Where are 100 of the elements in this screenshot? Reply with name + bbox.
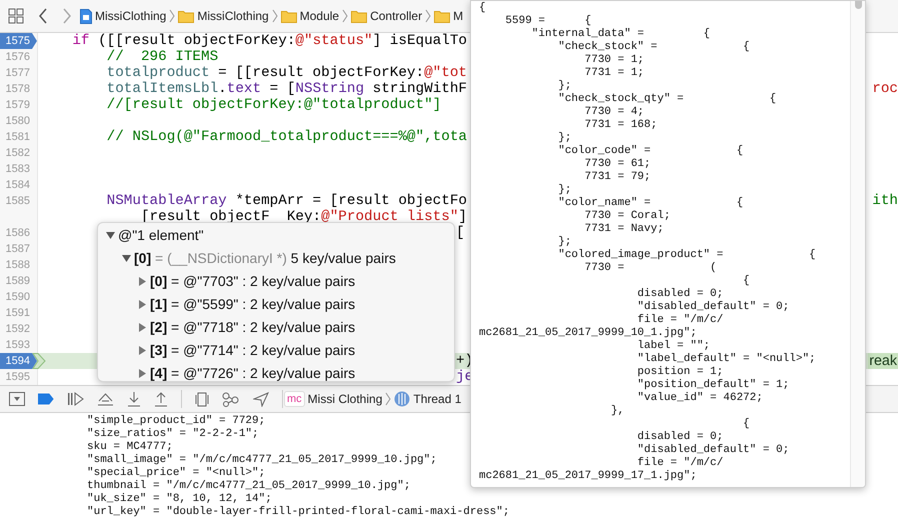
back-icon[interactable] xyxy=(38,8,48,24)
console-line: "simple_product_id" = 7729; xyxy=(87,415,266,428)
console-line: thumbnail = "/m/c/mc4777_21_05_2017_9999_10.jpg"; xyxy=(87,480,410,493)
dump-line: { xyxy=(479,2,486,15)
memory-graph-icon[interactable] xyxy=(222,392,240,406)
dump-line: mc2681_21_05_2017_9999_17_1.jpg"; xyxy=(479,470,697,483)
code-line: //[result objectForKey:@"totalproduct"] xyxy=(106,97,442,113)
console-toggle-icon[interactable] xyxy=(9,392,25,406)
variable-row[interactable]: [4] = @"7726" : 2 key/value pairs xyxy=(150,363,356,384)
step-into-icon[interactable] xyxy=(127,392,141,406)
dump-line: position = 1; xyxy=(636,366,724,379)
line-number[interactable]: 1581 xyxy=(0,129,37,145)
variable-row[interactable]: @"1 element" xyxy=(118,225,204,246)
expanded-triangle-icon[interactable] xyxy=(122,254,131,263)
dump-line: 7730 = Coral; xyxy=(584,210,670,223)
chevron-icon xyxy=(385,392,392,406)
collapsed-triangle-icon[interactable] xyxy=(138,323,147,332)
code-line: // 296 ITEMS xyxy=(106,49,218,65)
collapsed-triangle-icon[interactable] xyxy=(138,300,147,309)
dump-line: 7730 = ( xyxy=(584,262,717,275)
line-number[interactable]: 1592 xyxy=(0,321,37,337)
instruction-pointer-icon xyxy=(32,353,46,369)
dump-line: 5599 = { xyxy=(504,15,592,28)
console-line: "url_key" = "double-layer-frill-printed-floral-cami-maxi-dress"; xyxy=(87,506,510,519)
chevron-icon xyxy=(342,9,348,23)
code-fragment: ith xyxy=(872,193,898,209)
dump-line: disabled = 0; xyxy=(636,431,724,444)
dump-line: 7730 = 61; xyxy=(584,158,651,171)
line-number[interactable]: 1589 xyxy=(0,273,37,289)
breakpoint-toggle-icon[interactable] xyxy=(38,393,54,405)
line-number[interactable]: 1579 xyxy=(0,97,37,113)
file-icon xyxy=(80,8,92,24)
folder-icon xyxy=(434,10,450,22)
code-line: // NSLog(@"Farmood_totalproduct===%@",tota xyxy=(106,129,467,145)
breakpoint-label: reak xyxy=(868,353,898,369)
grid-icon[interactable] xyxy=(8,8,24,24)
breadcrumb-item[interactable]: MissiClothing xyxy=(197,7,269,25)
dump-line: label = ""; xyxy=(636,340,710,353)
variable-row[interactable]: [0] = (__NSDictionaryI *) 5 key/value pairs xyxy=(134,248,396,269)
variable-row[interactable]: [2] = @"7718" : 2 key/value pairs xyxy=(150,317,356,338)
line-number[interactable]: 1585 xyxy=(0,193,37,209)
chevron-icon xyxy=(425,9,432,23)
line-number[interactable]: 1591 xyxy=(0,305,37,321)
dump-line: mc2681_21_05_2017_9999_10_1.jpg"; xyxy=(479,327,697,340)
line-number[interactable]: 1576 xyxy=(0,49,37,65)
line-number[interactable]: 1586 xyxy=(0,225,37,241)
variable-row[interactable]: [1] = @"5599" : 2 key/value pairs xyxy=(150,294,356,315)
dump-line: { xyxy=(742,275,750,288)
view-hierarchy-icon[interactable] xyxy=(195,392,209,406)
collapsed-triangle-icon[interactable] xyxy=(138,369,147,378)
expanded-triangle-icon[interactable] xyxy=(106,231,115,240)
breadcrumb-item[interactable]: Controller xyxy=(370,7,422,25)
dump-line: "value_id" = 46272; xyxy=(636,392,763,405)
line-number[interactable]: 1595 xyxy=(0,369,37,385)
dump-line: file = "/m/c/ xyxy=(636,457,724,470)
line-number[interactable]: 1584 xyxy=(0,177,37,193)
line-number[interactable]: 1594 xyxy=(0,353,37,369)
collapsed-triangle-icon[interactable] xyxy=(138,277,147,286)
location-icon[interactable] xyxy=(253,392,269,406)
variable-row[interactable]: [0] = @"7703" : 2 key/value pairs xyxy=(150,271,356,292)
variable-row[interactable]: [3] = @"7714" : 2 key/value pairs xyxy=(150,340,356,361)
code-line: totalItemsLbl.text = [NSString stringWithF xyxy=(106,81,468,97)
dump-line: "colored_image_product" = { xyxy=(557,249,816,262)
breadcrumb-item[interactable]: M xyxy=(453,7,464,25)
scrollbar-thumb[interactable] xyxy=(854,1,862,9)
line-number[interactable]: 1590 xyxy=(0,289,37,305)
line-number[interactable]: 1588 xyxy=(0,257,37,273)
dump-line: 7730 = 4; xyxy=(584,106,644,119)
thread-name[interactable]: Thread 1 xyxy=(413,390,462,408)
collapsed-triangle-icon[interactable] xyxy=(138,346,147,355)
line-number[interactable]: 1578 xyxy=(0,81,37,97)
continue-icon[interactable] xyxy=(67,392,84,406)
dump-line: }; xyxy=(557,184,572,197)
line-number[interactable]: 1577 xyxy=(0,65,37,81)
breadcrumb-item[interactable]: Module xyxy=(300,7,340,25)
console-line: "size_ratios" = "2-2-2-1"; xyxy=(87,428,259,441)
dump-line: }; xyxy=(557,132,572,145)
code-line: NSMutableArray *tempArr = [result objectFo xyxy=(106,193,467,209)
dump-line: "color_name" = { xyxy=(557,197,744,210)
line-number[interactable]: 1575 xyxy=(0,33,37,49)
line-number[interactable]: 1580 xyxy=(0,113,37,129)
line-number[interactable]: 1593 xyxy=(0,337,37,353)
dump-line: 7731 = 168; xyxy=(584,119,658,132)
chevron-icon xyxy=(272,9,278,23)
code-fragment: [ xyxy=(456,225,465,241)
line-number[interactable]: 1582 xyxy=(0,145,37,161)
breadcrumb-item[interactable]: MissiClothing xyxy=(95,7,166,25)
step-out-icon[interactable] xyxy=(154,392,168,406)
code-line: totalproduct = [[result objectForKey:@"tot xyxy=(106,65,467,81)
line-number[interactable]: 1587 xyxy=(0,241,37,257)
dump-line: "disabled_default" = 0; xyxy=(636,444,790,457)
code-line: if ([[result objectForKey:@"status"] isEqualTo xyxy=(71,33,467,49)
dump-line: }; xyxy=(557,80,572,93)
console-line: "small_image" = "/m/c/mc4777_21_05_2017_9999_10.jpg"; xyxy=(87,454,437,467)
dump-line: 7731 = 1; xyxy=(584,67,644,80)
folder-icon xyxy=(280,10,297,22)
app-name[interactable]: Missi Clothing xyxy=(308,390,382,408)
dump-line: 7731 = 79; xyxy=(584,171,651,184)
line-number[interactable]: 1583 xyxy=(0,161,37,177)
step-over-icon[interactable] xyxy=(97,392,114,406)
